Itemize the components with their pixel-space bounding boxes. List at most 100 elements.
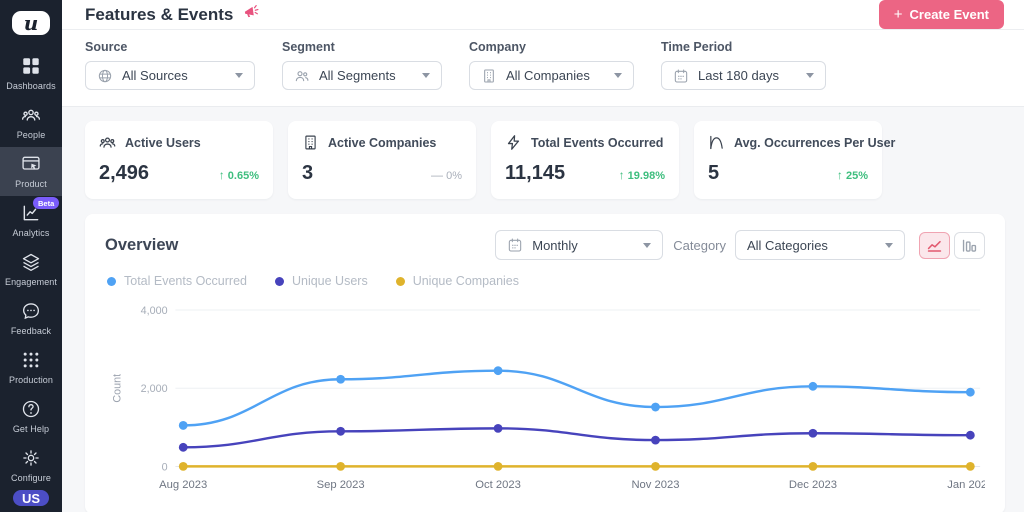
megaphone-icon bbox=[242, 3, 260, 26]
overview-card: Overview Monthly Category All Categories bbox=[85, 214, 1005, 512]
time-period-select[interactable]: Last 180 days bbox=[661, 61, 826, 90]
sidebar-item-label: Production bbox=[9, 375, 53, 385]
chevron-down-icon bbox=[806, 73, 814, 78]
page-header: Features & Events + Create Event bbox=[62, 0, 1024, 30]
legend-item-unique-companies[interactable]: Unique Companies bbox=[396, 274, 519, 288]
configure-icon bbox=[20, 447, 42, 469]
filter-label: Source bbox=[85, 40, 255, 54]
svg-text:Dec 2023: Dec 2023 bbox=[789, 479, 837, 491]
period-value: Monthly bbox=[532, 238, 628, 253]
line-chart-icon bbox=[926, 237, 943, 254]
stat-value: 3 bbox=[302, 162, 313, 185]
legend-item-total-events-occurred[interactable]: Total Events Occurred bbox=[107, 274, 247, 288]
sidebar-item-label: Engagement bbox=[5, 277, 57, 287]
filter-value: All Companies bbox=[506, 68, 599, 83]
chevron-down-icon bbox=[422, 73, 430, 78]
chart-legend: Total Events Occurred Unique Users Uniqu… bbox=[107, 274, 985, 288]
filter-value: Last 180 days bbox=[698, 68, 791, 83]
sidebar-item-analytics[interactable]: Beta Analytics bbox=[0, 196, 62, 245]
main-area: Features & Events + Create Event Source … bbox=[62, 0, 1024, 512]
bolt-icon bbox=[505, 134, 522, 151]
calendar-icon bbox=[507, 237, 523, 253]
people-icon bbox=[20, 104, 42, 126]
user-avatar[interactable]: US bbox=[13, 490, 49, 506]
bellcurve-icon bbox=[708, 134, 725, 151]
source-select[interactable]: All Sources bbox=[85, 61, 255, 90]
legend-dot bbox=[107, 277, 116, 286]
sidebar-item-people[interactable]: People bbox=[0, 98, 62, 147]
arrow-up-icon: ↑ bbox=[619, 168, 625, 182]
legend-label: Unique Companies bbox=[413, 274, 519, 288]
create-event-button[interactable]: + Create Event bbox=[879, 0, 1004, 29]
beta-badge: Beta bbox=[33, 197, 59, 209]
chart-type-toggle bbox=[919, 232, 985, 259]
filter-segment: Segment All Segments bbox=[282, 40, 442, 90]
filter-label: Segment bbox=[282, 40, 442, 54]
svg-text:Count: Count bbox=[112, 374, 124, 403]
company-select[interactable]: All Companies bbox=[469, 61, 634, 90]
sidebar-item-label: Product bbox=[15, 179, 47, 189]
sidebar: u Dashboards People Product Beta Analyti… bbox=[0, 0, 62, 512]
sidebar-nav: Dashboards People Product Beta Analytics… bbox=[0, 49, 62, 343]
production-icon bbox=[20, 349, 42, 371]
segment-select[interactable]: All Segments bbox=[282, 61, 442, 90]
category-select[interactable]: All Categories bbox=[735, 230, 905, 260]
sidebar-item-dashboards[interactable]: Dashboards bbox=[0, 49, 62, 98]
line-chart-toggle-button[interactable] bbox=[919, 232, 950, 259]
stat-delta: ↑ 19.98% bbox=[619, 168, 665, 182]
stat-label: Avg. Occurrences Per User bbox=[734, 136, 895, 150]
create-event-label: Create Event bbox=[910, 7, 989, 22]
line-chart[interactable]: 4,0002,0000Aug 2023Sep 2023Oct 2023Nov 2… bbox=[105, 296, 985, 504]
filter-bar: Source All Sources Segment All Segments … bbox=[62, 30, 1024, 107]
page-title: Features & Events bbox=[85, 5, 233, 25]
svg-text:Jan 2024: Jan 2024 bbox=[947, 479, 985, 491]
filter-value: All Segments bbox=[319, 68, 407, 83]
app-logo[interactable]: u bbox=[12, 11, 50, 35]
category-label: Category bbox=[673, 238, 726, 253]
stats-row: Active Users 2,496 ↑ 0.65% Active Compan… bbox=[85, 121, 1005, 199]
filter-source: Source All Sources bbox=[85, 40, 255, 90]
sidebar-item-product[interactable]: Product bbox=[0, 147, 62, 196]
arrow-up-icon: ↑ bbox=[219, 168, 225, 182]
filter-value: All Sources bbox=[122, 68, 220, 83]
content: Active Users 2,496 ↑ 0.65% Active Compan… bbox=[62, 107, 1024, 512]
stat-card-avg-occurrences-per-user: Avg. Occurrences Per User 5 ↑ 25% bbox=[694, 121, 882, 199]
sidebar-nav-bottom: Production Get Help Configure bbox=[0, 343, 62, 490]
legend-dot bbox=[396, 277, 405, 286]
stat-label: Active Users bbox=[125, 136, 201, 150]
svg-text:2,000: 2,000 bbox=[141, 383, 168, 395]
bar-chart-toggle-button[interactable] bbox=[954, 232, 985, 259]
overview-title: Overview bbox=[105, 236, 495, 255]
period-select[interactable]: Monthly bbox=[495, 230, 663, 260]
company-icon bbox=[302, 134, 319, 151]
sidebar-item-feedback[interactable]: Feedback bbox=[0, 294, 62, 343]
svg-text:4,000: 4,000 bbox=[141, 305, 168, 317]
filter-time-period: Time Period Last 180 days bbox=[661, 40, 826, 90]
sidebar-item-get-help[interactable]: Get Help bbox=[0, 392, 62, 441]
chevron-down-icon bbox=[235, 73, 243, 78]
engagement-icon bbox=[20, 251, 42, 273]
sidebar-item-configure[interactable]: Configure bbox=[0, 441, 62, 490]
svg-text:Aug 2023: Aug 2023 bbox=[159, 479, 207, 491]
legend-item-unique-users[interactable]: Unique Users bbox=[275, 274, 368, 288]
sidebar-item-label: Get Help bbox=[13, 424, 49, 434]
bar-chart-icon bbox=[961, 237, 978, 254]
stat-delta: ↑ 0.65% bbox=[219, 168, 259, 182]
stat-value: 5 bbox=[708, 162, 719, 185]
sidebar-item-engagement[interactable]: Engagement bbox=[0, 245, 62, 294]
svg-text:Oct 2023: Oct 2023 bbox=[475, 479, 521, 491]
legend-dot bbox=[275, 277, 284, 286]
legend-label: Total Events Occurred bbox=[124, 274, 247, 288]
users-icon bbox=[99, 134, 116, 151]
sidebar-item-label: Configure bbox=[11, 473, 51, 483]
sidebar-item-label: People bbox=[17, 130, 46, 140]
filter-label: Time Period bbox=[661, 40, 826, 54]
chart-canvas: 4,0002,0000Aug 2023Sep 2023Oct 2023Nov 2… bbox=[105, 296, 985, 504]
stat-label: Total Events Occurred bbox=[531, 136, 663, 150]
chevron-down-icon bbox=[614, 73, 622, 78]
sidebar-item-production[interactable]: Production bbox=[0, 343, 62, 392]
stat-value: 11,145 bbox=[505, 162, 565, 185]
company-icon bbox=[481, 68, 497, 84]
filter-label: Company bbox=[469, 40, 634, 54]
stat-card-total-events-occurred: Total Events Occurred 11,145 ↑ 19.98% bbox=[491, 121, 679, 199]
